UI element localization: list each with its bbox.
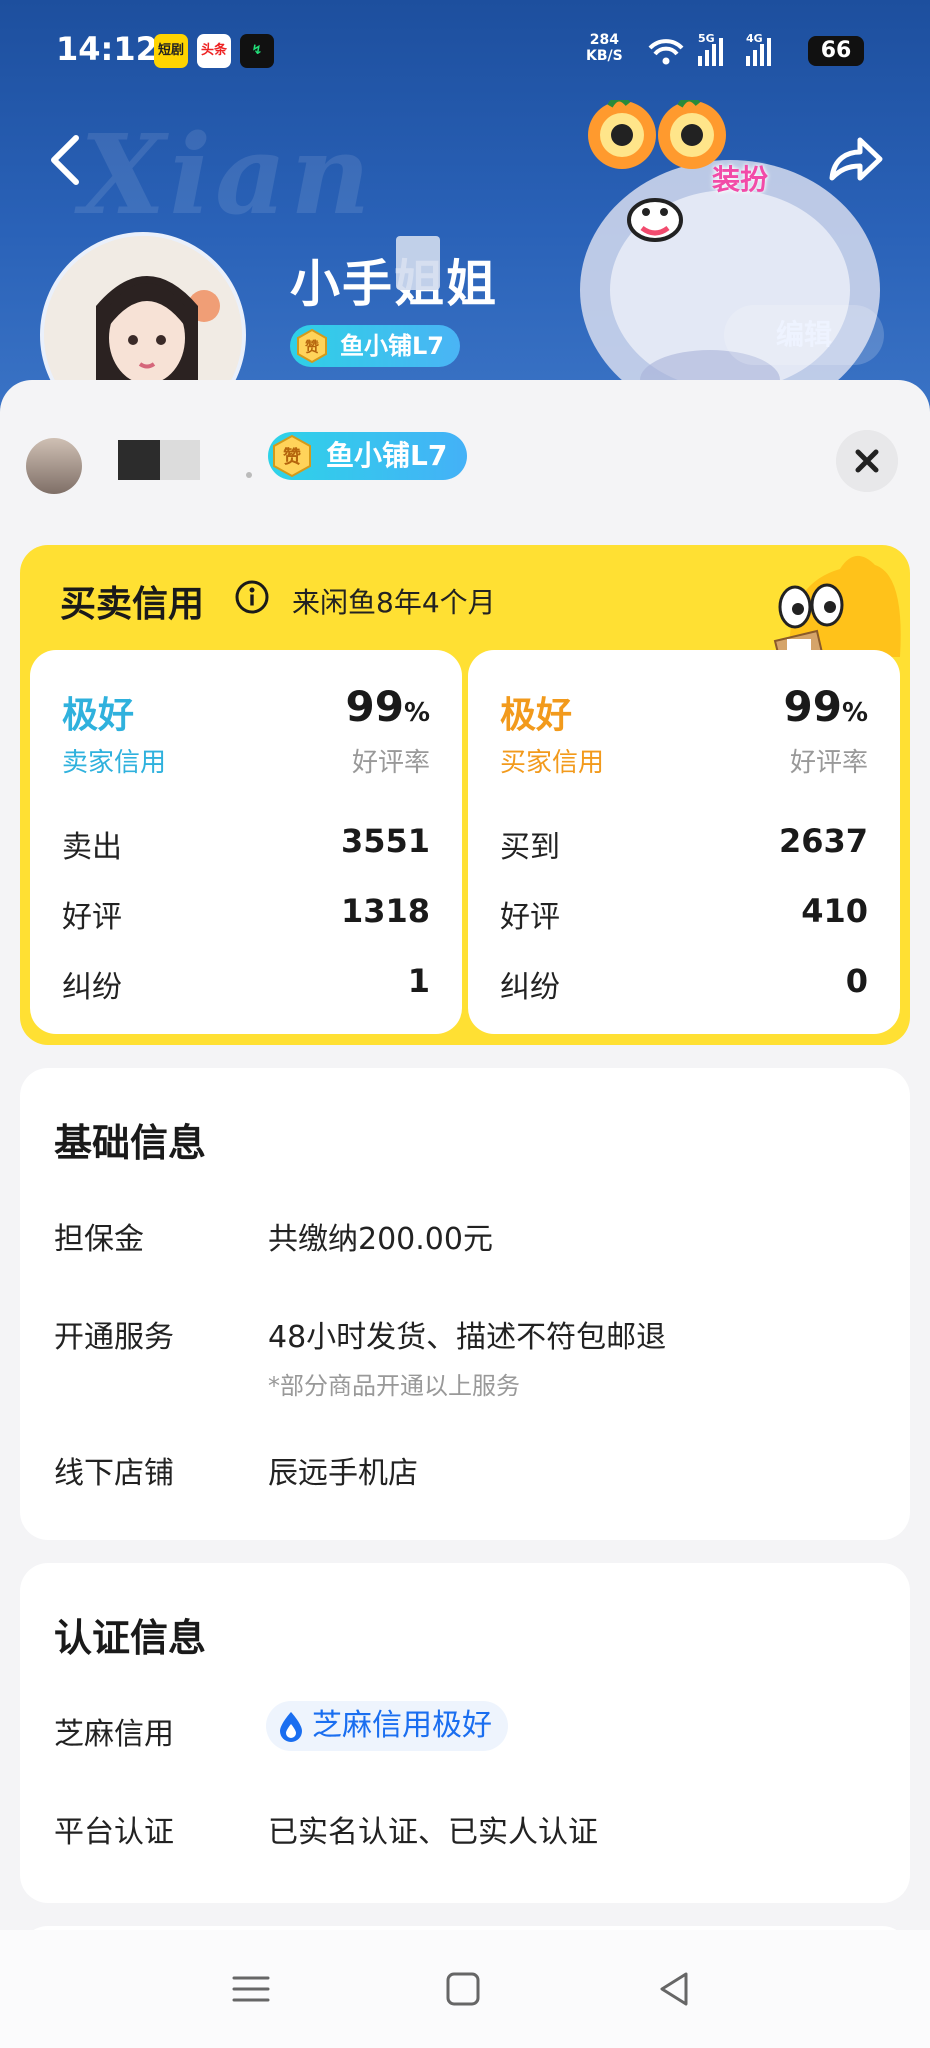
nickname-mask — [118, 440, 160, 480]
stat-label: 卖出 — [62, 830, 122, 865]
seller-credit-panel: 极好 卖家信用 99% 好评率 卖出 3551 好评 1318 纠纷 1 — [30, 650, 462, 1034]
sheet-header: 赞 鱼小铺L7 — [0, 380, 930, 510]
home-icon[interactable] — [438, 1964, 488, 2014]
stat-row: 卖出 3551 — [62, 822, 430, 865]
shop-level-text: 鱼小铺L7 — [340, 332, 444, 360]
buyer-grade: 极好 — [500, 695, 573, 736]
app-notification-icon: ↯ — [240, 34, 274, 68]
svg-text:赞: 赞 — [304, 339, 319, 356]
buyer-rate-value: 99 — [783, 682, 842, 731]
stat-label: 好评 — [500, 900, 560, 935]
separator-dot — [246, 472, 252, 478]
service-value: 48小时发货、描述不符包邮退 — [268, 1320, 667, 1355]
stat-row: 纠纷 1 — [62, 962, 430, 1005]
back-icon[interactable] — [44, 130, 88, 190]
zhima-credit-pill[interactable]: 芝麻信用极好 — [266, 1701, 508, 1751]
stat-row: 好评 410 — [500, 892, 868, 935]
store-label: 线下店铺 — [54, 1456, 174, 1491]
menu-icon[interactable] — [226, 1964, 276, 2014]
shop-level-text: 鱼小铺L7 — [326, 439, 448, 472]
stat-value: 410 — [801, 892, 868, 930]
seller-rate-value: 99 — [345, 682, 404, 731]
stat-label: 纠纷 — [500, 970, 560, 1005]
svg-text:赞: 赞 — [282, 447, 301, 468]
app-notification-icon: 短剧 — [154, 34, 188, 68]
status-bar: 14:12 短剧 头条 ↯ 284 KB/S 5G 4G 66 — [0, 0, 930, 100]
stat-value: 3551 — [340, 822, 430, 860]
buyer-rate-label: 好评率 — [789, 748, 868, 778]
deposit-value: 共缴纳200.00元 — [268, 1222, 493, 1257]
svg-text:4G: 4G — [746, 32, 763, 45]
seller-grade: 极好 — [62, 695, 135, 736]
back-nav-icon[interactable] — [650, 1964, 700, 2014]
credit-title: 买卖信用 — [60, 584, 205, 625]
deposit-label: 担保金 — [54, 1222, 144, 1257]
buyer-grade-label: 买家信用 — [500, 748, 605, 778]
avatar-small — [26, 438, 82, 494]
share-icon[interactable] — [826, 132, 884, 188]
seller-rate-label: 好评率 — [351, 748, 430, 778]
buyer-credit-panel: 极好 买家信用 99% 好评率 买到 2637 好评 410 纠纷 0 — [468, 650, 900, 1034]
platform-value: 已实名认证、已实人认证 — [268, 1815, 598, 1850]
app-notification-icon: 头条 — [197, 34, 231, 68]
credit-sheet: 赞 鱼小铺L7 买卖信用 来闲鱼8年4个月 极好 卖家信用 99% 好评率 卖出… — [0, 380, 930, 1956]
buyer-rate: 99% — [783, 682, 868, 731]
stat-label: 买到 — [500, 830, 560, 865]
nickname-mask — [396, 236, 440, 290]
verification-info-card: 认证信息 芝麻信用 芝麻信用极好 平台认证 已实名认证、已实人认证 — [20, 1563, 910, 1903]
buyer-rate-unit: % — [841, 698, 868, 728]
signal-icons: 5G 4G — [648, 32, 771, 66]
shop-level-badge[interactable]: 赞 鱼小铺L7 — [268, 432, 468, 480]
edit-button[interactable]: 编辑 — [724, 305, 884, 365]
basic-info-title: 基础信息 — [54, 1121, 207, 1165]
zhima-icon — [280, 1712, 302, 1742]
stat-row: 买到 2637 — [500, 822, 868, 865]
stat-label: 纠纷 — [62, 970, 122, 1005]
badge-coin-icon: 赞 — [273, 434, 311, 478]
close-icon[interactable] — [836, 430, 898, 492]
verification-info-title: 认证信息 — [54, 1616, 207, 1660]
network-speed: 284 KB/S — [586, 32, 623, 64]
seller-rate-unit: % — [403, 698, 430, 728]
platform-label: 平台认证 — [54, 1815, 174, 1850]
basic-info-card: 基础信息 担保金 共缴纳200.00元 开通服务 48小时发货、描述不符包邮退 … — [20, 1068, 910, 1540]
profile-header: Xian 14:12 短剧 头条 ↯ 284 KB/S 5G 4G 66 装扮 … — [0, 0, 930, 420]
service-note: *部分商品开通以上服务 — [268, 1372, 520, 1400]
network-speed-value: 284 — [589, 32, 619, 48]
nickname-mask — [160, 440, 200, 480]
svg-text:5G: 5G — [698, 32, 715, 45]
zhima-label: 芝麻信用 — [54, 1717, 174, 1752]
dress-up-button[interactable]: 装扮 — [712, 158, 768, 198]
stat-value: 1318 — [340, 892, 430, 930]
stat-value: 2637 — [778, 822, 868, 860]
stat-row: 纠纷 0 — [500, 962, 868, 1005]
service-label: 开通服务 — [54, 1320, 174, 1355]
mascot-icon — [773, 555, 901, 657]
shop-level-badge[interactable]: 赞 鱼小铺L7 — [290, 325, 460, 367]
status-time: 14:12 — [56, 30, 158, 68]
network-speed-unit: KB/S — [586, 48, 623, 64]
member-duration: 来闲鱼8年4个月 — [292, 586, 496, 619]
badge-coin-icon: 赞 — [297, 328, 327, 364]
info-icon[interactable] — [234, 579, 270, 615]
battery-indicator: 66 — [808, 36, 864, 66]
stat-value: 1 — [407, 962, 430, 1000]
zhima-value: 芝麻信用极好 — [312, 1708, 492, 1743]
stat-value: 0 — [845, 962, 868, 1000]
stat-row: 好评 1318 — [62, 892, 430, 935]
seller-grade-label: 卖家信用 — [62, 748, 167, 778]
store-value[interactable]: 辰远手机店 — [268, 1448, 418, 1492]
trade-credit-card: 买卖信用 来闲鱼8年4个月 极好 卖家信用 99% 好评率 卖出 3551 好评… — [20, 545, 910, 1045]
stat-label: 好评 — [62, 900, 122, 935]
seller-rate: 99% — [345, 682, 430, 731]
header-watermark: Xian — [80, 110, 375, 239]
system-nav-bar — [0, 1930, 930, 2048]
nickname: 小手姐姐 — [290, 255, 498, 313]
